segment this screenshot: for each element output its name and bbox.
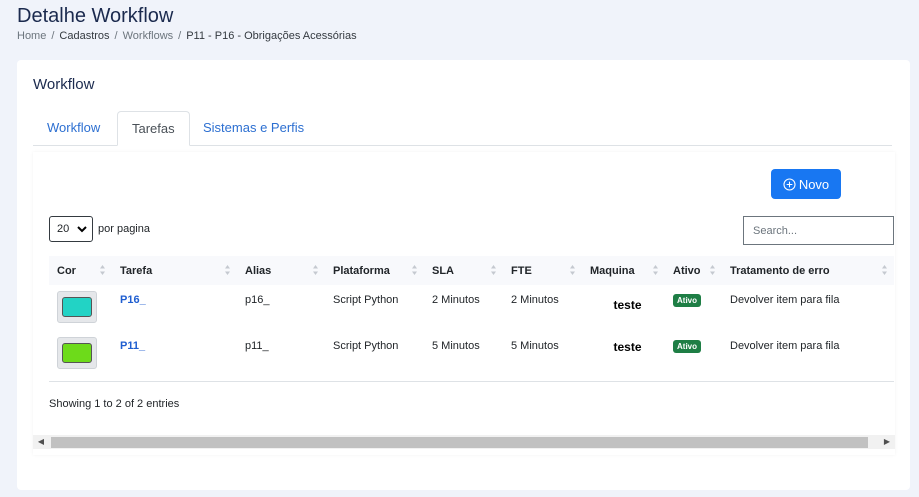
breadcrumb-home[interactable]: Home [17,30,46,42]
novo-button[interactable]: Novo [771,169,841,199]
cell-tratamento: Devolver item para fila [730,340,840,352]
search-input[interactable] [743,216,894,245]
column-header-cor[interactable]: Cor [49,256,112,285]
status-badge: Ativo [673,340,701,353]
maquina-value: teste [613,340,642,354]
workflow-card: Workflow Workflow Tarefas Sistemas e Per… [17,60,910,490]
plus-circle-icon [783,177,796,191]
sort-icon [570,265,575,275]
column-header-tratamento-de-erro[interactable]: Tratamento de erro [722,256,894,285]
sort-icon [882,265,887,275]
status-badge: Ativo [673,294,701,307]
breadcrumb-separator: / [178,30,182,42]
sort-icon [710,265,715,275]
cell-alias: p11_ [245,340,269,352]
cell-fte: 2 Minutos [511,294,559,306]
tab-tarefas[interactable]: Tarefas [117,111,190,146]
cell-plataforma: Script Python [333,340,399,352]
breadcrumb-separator: / [51,30,55,42]
table-header-row: Cor Tarefa Alias Plataforma SLA FTE Maqu… [49,256,894,285]
horizontal-scrollbar[interactable]: ◀ ▶ [33,435,895,449]
tarefa-link[interactable]: P16_ [120,294,146,306]
color-swatch [62,297,92,317]
column-header-ativo[interactable]: Ativo [665,256,722,285]
cell-maquina: teste [582,331,665,377]
table-row[interactable]: P11_ p11_ Script Python 5 Minutos 5 Minu… [49,331,894,377]
card-title: Workflow [33,76,95,93]
tarefas-table: Cor Tarefa Alias Plataforma SLA FTE Maqu… [49,256,894,377]
page-length-label: por pagina [98,223,150,235]
breadcrumb-cadastros[interactable]: Cadastros [59,30,109,42]
scroll-right-icon[interactable]: ▶ [882,437,892,447]
cell-alias: p16_ [245,294,270,306]
column-header-tarefa[interactable]: Tarefa [112,256,237,285]
sort-icon [100,265,105,275]
tab-workflow[interactable]: Workflow [33,111,114,145]
table-info: Showing 1 to 2 of 2 entries [49,398,180,410]
cell-tratamento: Devolver item para fila [730,294,840,306]
color-button[interactable] [57,291,97,323]
breadcrumb: Home / Cadastros / Workflows / P11 - P16… [17,30,357,42]
novo-label: Novo [798,176,830,192]
table-row[interactable]: P16_ p16_ Script Python 2 Minutos 2 Minu… [49,285,894,331]
page-title: Detalhe Workflow [17,5,174,27]
cell-cor [49,285,112,331]
chevron-down-icon [77,225,87,232]
column-header-fte[interactable]: FTE [503,256,582,285]
page-length: 20 por pagina [49,216,150,242]
sort-icon [412,265,417,275]
tarefas-panel: Novo 20 por pagina Cor Tarefa Alias Plat… [33,152,895,455]
column-header-alias[interactable]: Alias [237,256,325,285]
tab-bar: Workflow Tarefas Sistemas e Perfis [33,111,892,146]
cell-fte: 5 Minutos [511,340,559,352]
breadcrumb-workflows[interactable]: Workflows [123,30,174,42]
page-length-select[interactable]: 20 [49,216,93,242]
scroll-left-icon[interactable]: ◀ [36,437,46,447]
cell-maquina: teste [582,285,665,331]
breadcrumb-separator: / [114,30,118,42]
cell-tarefa: P11_ [112,331,237,377]
table-divider [49,381,894,382]
color-button[interactable] [57,337,97,369]
cell-cor [49,331,112,377]
tarefa-link[interactable]: P11_ [120,340,145,352]
cell-sla: 5 Minutos [432,340,480,352]
column-header-plataforma[interactable]: Plataforma [325,256,424,285]
tab-sistemas-e-perfis[interactable]: Sistemas e Perfis [189,111,318,145]
column-header-sla[interactable]: SLA [424,256,503,285]
cell-ativo: Ativo [665,285,722,331]
cell-ativo: Ativo [665,331,722,377]
page-length-value: 20 [57,223,70,235]
column-header-maquina[interactable]: Maquina [582,256,665,285]
cell-plataforma: Script Python [333,294,399,306]
sort-icon [225,265,230,275]
maquina-value: teste [613,298,642,312]
cell-tarefa: P16_ [112,285,237,331]
color-swatch [62,343,92,363]
sort-icon [313,265,318,275]
sort-icon [653,265,658,275]
breadcrumb-current: P11 - P16 - Obrigações Acessórias [186,30,357,42]
scrollbar-thumb[interactable] [51,437,868,448]
cell-sla: 2 Minutos [432,294,480,306]
sort-icon [491,265,496,275]
